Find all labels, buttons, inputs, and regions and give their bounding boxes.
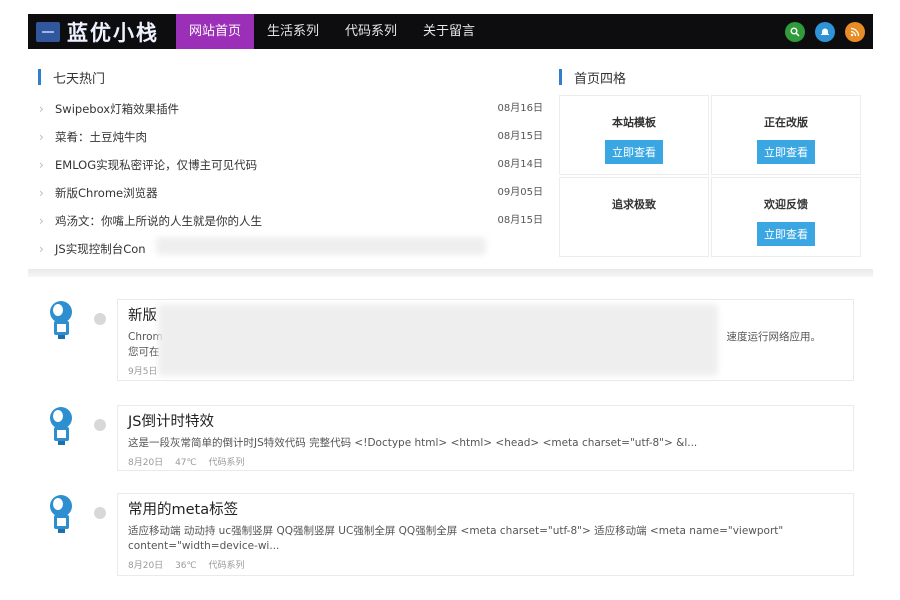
timeline-dot — [94, 313, 106, 325]
search-icon[interactable] — [785, 22, 805, 42]
hot-item-title[interactable]: 新版Chrome浏览器 — [55, 186, 158, 200]
blurred-region — [156, 237, 486, 255]
hot-item-date: 08月15日 — [497, 131, 543, 142]
hot-item-date: 08月15日 — [497, 215, 543, 226]
view-now-button[interactable]: 立即查看 — [757, 222, 815, 246]
view-now-button[interactable]: 立即查看 — [757, 140, 815, 164]
post-category[interactable]: 代码系列 — [209, 561, 245, 571]
avatar-icon[interactable] — [46, 299, 78, 341]
notification-icon[interactable] — [815, 22, 835, 42]
grid-section-header: 首页四格 — [559, 67, 626, 87]
hot-item-title[interactable]: 菜肴：土豆炖牛肉 — [55, 130, 147, 144]
hot-item-title[interactable]: Swipebox灯箱效果插件 — [55, 102, 179, 116]
blurred-region — [158, 304, 718, 376]
rss-icon[interactable] — [845, 22, 865, 42]
hot-item-title[interactable]: JS实现控制台Con — [55, 242, 146, 256]
site-name: 蓝优小栈 — [67, 20, 159, 45]
page: 蓝优小栈 网站首页 生活系列 代码系列 关于留言 七天热门 Swipebox — [0, 0, 900, 600]
nav-item-home[interactable]: 网站首页 — [176, 14, 255, 49]
logo-icon — [36, 22, 60, 42]
hot-list-item[interactable]: 菜肴：土豆炖牛肉 08月15日 — [38, 123, 543, 151]
post-title[interactable]: JS倒计时特效 — [128, 412, 843, 432]
post-category[interactable]: 代码系列 — [209, 458, 245, 468]
grid-cell-title: 追求极致 — [612, 198, 656, 211]
hot-list: Swipebox灯箱效果插件 08月16日 菜肴：土豆炖牛肉 08月15日 EMLO… — [38, 95, 543, 263]
timeline-dot — [94, 419, 106, 431]
grid-cell-title: 欢迎反馈 — [764, 198, 808, 211]
post-list: 新版 Chrom 速度运行网络应用。 您可在 9月5日 JS倒计时特效 这是一段… — [28, 281, 873, 600]
nav-item-about[interactable]: 关于留言 — [410, 14, 488, 49]
top-icon-group — [785, 22, 865, 42]
post-excerpt-end: 速度运行网络应用。 — [726, 331, 822, 343]
hot-item-title[interactable]: 鸡汤文：你嘴上所说的人生就是你的人生 — [55, 214, 262, 228]
grid-cell-title: 正在改版 — [764, 116, 808, 129]
grid-cell-feedback: 欢迎反馈 立即查看 — [711, 177, 861, 257]
hot-item-date: 08月16日 — [497, 103, 543, 114]
post-date: 8月20日 — [128, 561, 164, 571]
grid-section-title: 首页四格 — [574, 71, 627, 87]
hot-list-item[interactable]: EMLOG实现私密评论，仅博主可见代码 08月14日 — [38, 151, 543, 179]
hot-section-header: 七天热门 — [38, 67, 105, 87]
hot-list-item[interactable]: 鸡汤文：你嘴上所说的人生就是你的人生 08月15日 — [38, 207, 543, 235]
post-meta: 8月20日 36℃ 代码系列 — [128, 558, 843, 571]
grid-cell-title: 本站模板 — [612, 116, 656, 129]
site-logo[interactable]: 蓝优小栈 — [36, 19, 159, 45]
quick-grid: 本站模板 立即查看 正在改版 立即查看 追求极致 欢迎反馈 立即查看 — [559, 95, 861, 257]
post-card: JS倒计时特效 这是一段灰常简单的倒计时JS特效代码 完整代码 <!Doctyp… — [117, 405, 854, 471]
post-excerpt: 适应移动端 动动持 uc强制竖屏 QQ强制竖屏 UC强制全屏 QQ强制全屏 <m… — [128, 525, 784, 552]
post-views: 47℃ — [175, 458, 197, 468]
view-now-button[interactable]: 立即查看 — [605, 140, 663, 164]
post-excerpt-line2: 您可在 — [128, 346, 160, 358]
nav-item-code[interactable]: 代码系列 — [332, 14, 410, 49]
post-date: 9月5日 — [128, 367, 158, 377]
upper-panel: 七天热门 Swipebox灯箱效果插件 08月16日 菜肴：土豆炖牛肉 08月15日… — [28, 55, 873, 275]
hot-list-item[interactable]: Swipebox灯箱效果插件 08月16日 — [38, 95, 543, 123]
hot-item-date: 09月05日 — [497, 187, 543, 198]
hot-section-title: 七天热门 — [53, 71, 106, 87]
top-navbar: 蓝优小栈 网站首页 生活系列 代码系列 关于留言 — [28, 14, 873, 49]
grid-cell-excellence: 追求极致 — [559, 177, 709, 257]
post-card: 常用的meta标签 适应移动端 动动持 uc强制竖屏 QQ强制竖屏 UC强制全屏… — [117, 493, 854, 576]
grid-cell-template: 本站模板 立即查看 — [559, 95, 709, 175]
avatar-icon[interactable] — [46, 493, 78, 535]
avatar-icon[interactable] — [46, 405, 78, 447]
nav-item-life[interactable]: 生活系列 — [254, 14, 332, 49]
section-marker — [559, 69, 562, 85]
post-excerpt: 这是一段灰常简单的倒计时JS特效代码 完整代码 <!Doctype html> … — [128, 437, 698, 449]
grid-cell-revamp: 正在改版 立即查看 — [711, 95, 861, 175]
hot-item-date: 08月14日 — [497, 159, 543, 170]
post-views: 36℃ — [175, 561, 197, 571]
post-meta: 8月20日 47℃ 代码系列 — [128, 455, 843, 468]
section-divider — [28, 269, 873, 277]
main-nav: 网站首页 生活系列 代码系列 关于留言 — [176, 14, 488, 49]
post-card: 新版 Chrom 速度运行网络应用。 您可在 9月5日 — [117, 299, 854, 381]
hot-list-item[interactable]: 新版Chrome浏览器 09月05日 — [38, 179, 543, 207]
hot-item-title[interactable]: EMLOG实现私密评论，仅博主可见代码 — [55, 158, 257, 172]
timeline-dot — [94, 507, 106, 519]
post-title[interactable]: 常用的meta标签 — [128, 500, 843, 520]
post-date: 8月20日 — [128, 458, 164, 468]
section-marker — [38, 69, 41, 85]
